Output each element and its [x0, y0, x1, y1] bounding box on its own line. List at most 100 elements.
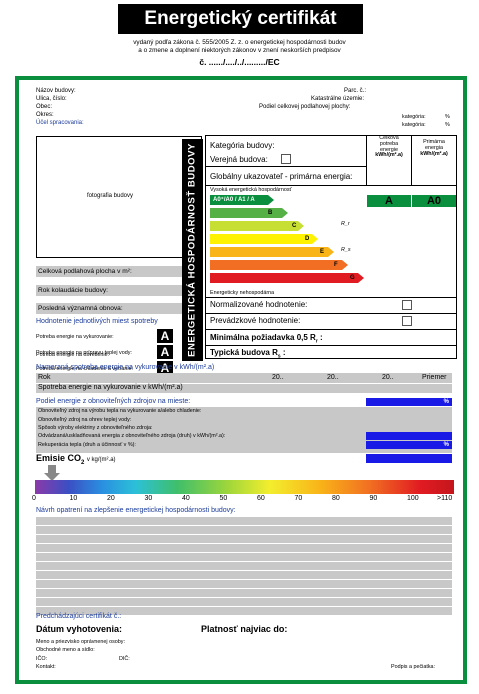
band-b-label: B — [268, 210, 273, 216]
vertical-band: ENERGETICKÁ HOSPODÁRNOSŤ BUDOVY — [182, 139, 203, 361]
contact-label: Kontakt: — [36, 664, 56, 670]
total-energy-class: A — [367, 195, 411, 207]
certificate-title: Energetický certifikát — [118, 4, 363, 34]
renewable-row-1: Obnoviteľný zdroj na výrobu tepla na vyk… — [38, 408, 202, 414]
band-f-label: F — [334, 262, 338, 268]
vertical-band-label: ENERGETICKÁ HOSPODÁRNOSŤ BUDOVY — [186, 143, 198, 357]
proposal-row[interactable] — [36, 535, 452, 544]
purpose-label: Účel spracovania: — [36, 120, 84, 126]
energy-scale — [210, 195, 364, 283]
emissions-title-sub: 2 — [81, 459, 85, 466]
legal-basis-line-2: a o zmene a doplnení niektorých zákonov … — [138, 47, 341, 54]
emissions-unit: v kg/(m².a) — [86, 457, 116, 463]
marker-rr: R_r — [341, 221, 350, 227]
band-d-label: D — [305, 236, 310, 242]
normalized-rating-checkbox[interactable] — [402, 300, 412, 310]
heating-consumption-label: Spotreba energie na vykurovanie v kWh/(m… — [38, 384, 183, 391]
emission-tick: >110 — [437, 495, 453, 502]
valid-until-label: Platnosť najviac do: — [201, 624, 288, 634]
normalized-rating-label: Normalizované hodnotenie: — [210, 300, 308, 309]
proposal-row[interactable] — [36, 589, 452, 598]
scale-top-label: Vysoká energetická hospodárnosť — [210, 187, 292, 193]
marker-rs: R_s — [341, 247, 351, 253]
band-e-label: E — [320, 249, 325, 255]
emission-tick: 50 — [219, 495, 228, 502]
renovation-row: Posledná významná obnova: — [36, 303, 182, 314]
street-label: Ulica, číslo: — [36, 96, 67, 102]
band-g-label: G — [350, 275, 355, 281]
assessment-title: Hodnotenie jednotlivých miest spotreby — [36, 318, 158, 325]
emission-tick: 40 — [182, 495, 190, 502]
company-label: Obchodné meno a sídlo: — [36, 647, 95, 653]
building-photo-placeholder: fotografia budovy — [36, 136, 202, 258]
proposal-row[interactable] — [36, 580, 452, 589]
building-category-label: Kategória budovy: — [210, 141, 275, 150]
primary-energy-h3: kWh/(m².a) — [420, 150, 448, 157]
cadastral-label: Katastrálne územie: — [311, 96, 365, 102]
emission-pointer-icon — [44, 465, 60, 481]
operational-rating-checkbox[interactable] — [402, 316, 412, 326]
band-c-label: C — [292, 223, 297, 229]
total-energy-h4: kWh/(m².a) — [375, 152, 403, 159]
min-requirement-text: Minimálna požiadavka 0,5 R — [210, 333, 316, 342]
emission-tick: 20 — [107, 495, 115, 502]
ico-label: IČO: — [36, 656, 48, 662]
emissions-scale-bar — [35, 480, 454, 494]
year-row-label: Rok — [38, 374, 51, 381]
proposal-row[interactable] — [36, 544, 452, 553]
proposal-row[interactable] — [36, 517, 452, 526]
renewable-share-bar: % — [366, 398, 452, 406]
proposal-row[interactable] — [36, 598, 452, 607]
proposal-row[interactable] — [36, 562, 452, 571]
category-label-1: kategória: — [402, 114, 426, 120]
renewable-row-5: Rekuperácia tepla (druh a účinnosť v %): — [38, 442, 136, 448]
typical-building-label: Typická budova Rs : — [210, 348, 286, 360]
issue-date-label: Dátum vyhotovenia: — [36, 624, 123, 634]
proposal-row[interactable] — [36, 553, 452, 562]
emission-tick: 100 — [407, 495, 419, 502]
emission-tick: 80 — [332, 495, 340, 502]
photo-label: fotografia budovy — [86, 193, 134, 199]
parcel-label: Parc. č.: — [344, 88, 367, 94]
heat-recovery-bar: % — [366, 441, 452, 449]
emission-tick: 70 — [294, 495, 303, 502]
min-requirement-label: Minimálna požiadavka 0,5 Rr : — [210, 333, 323, 345]
dic-label: DIČ: — [119, 656, 130, 662]
year-1: 20.. — [272, 374, 284, 381]
measured-title: Nameraná spotreba energie na vykurovanie… — [36, 364, 215, 371]
primary-energy-header: Primárna energia kWh/(m².a) — [412, 139, 456, 157]
emissions-title: Emisie CO2 v kg/(m².a) — [36, 453, 116, 466]
renewable-row-4: Odvádzaná/uskladňovaná energia z obnovit… — [38, 433, 226, 439]
band-b — [210, 208, 288, 218]
typical-building-text: Typická budova R — [210, 348, 278, 357]
band-a-label: A0⁺/A0 / A1 / A — [213, 197, 255, 203]
approval-year-row: Rok kolaudácie budovy: — [36, 285, 182, 296]
public-building-checkbox[interactable] — [281, 154, 291, 164]
building-name-label: Názov budovy: — [36, 88, 76, 94]
floor-share-label: Podiel celkovej podlahovej plochy: — [259, 104, 351, 110]
emissions-title-text: Emisie CO — [36, 453, 82, 463]
emission-tick: 90 — [369, 495, 378, 502]
renewable-row-3: Spôsob výroby elektriny z obnoviteľného … — [38, 425, 153, 431]
band-f — [210, 260, 348, 270]
year-3: 20.. — [382, 374, 394, 381]
assess-label-lighting: Potreba energie na osvetlenie: — [36, 352, 110, 358]
operational-rating-label: Prevádzkové hodnotenie: — [210, 316, 301, 325]
signature-label: Podpis a pečiatka: — [391, 664, 436, 670]
total-energy-header: Celková potreba energie kWh/(m².a) — [367, 135, 411, 159]
category-pct-2: % — [445, 122, 450, 128]
renewable-row-2: Obnoviteľný zdroj na ohrev teplej vody: — [38, 417, 132, 423]
previous-certificate-label: Predchádzajúci certifikát č.: — [36, 613, 122, 620]
renewable-title: Podiel energie z obnoviteľných zdrojov n… — [36, 398, 191, 405]
category-pct-1: % — [445, 114, 450, 120]
legal-basis-line-1: vydaný podľa zákona č. 555/2005 Z. z. o … — [133, 39, 346, 46]
public-building-label: Verejná budova: — [210, 155, 268, 164]
emission-tick: 60 — [257, 495, 265, 502]
primary-energy-class: A0 — [412, 195, 456, 207]
scale-bottom-label: Energeticky nehospodárna — [210, 290, 275, 296]
proposal-title: Návrh opatrení na zlepšenie energetickej… — [36, 507, 236, 514]
proposal-row[interactable] — [36, 571, 452, 580]
band-e — [210, 247, 334, 257]
proposal-row[interactable] — [36, 526, 452, 535]
person-label: Meno a priezvisko oprávnenej osoby: — [36, 639, 125, 645]
